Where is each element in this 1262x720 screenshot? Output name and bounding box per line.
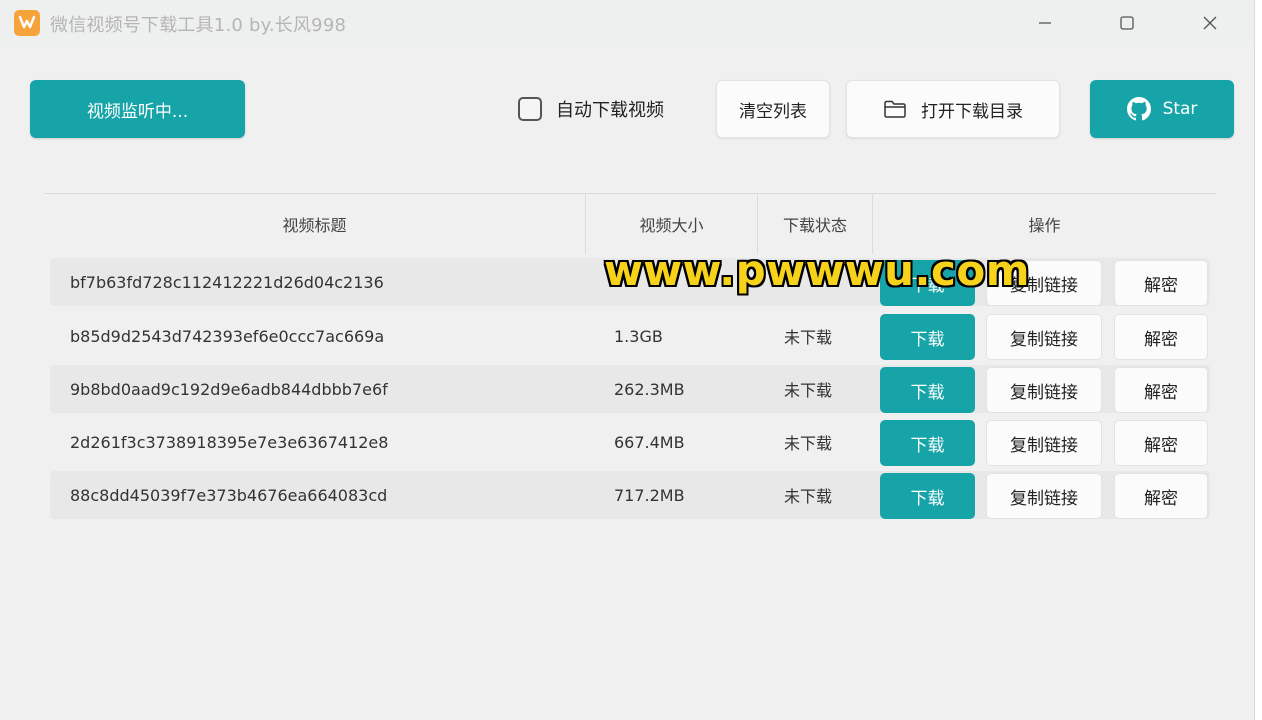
copy-link-button[interactable]: 复制链接	[986, 473, 1102, 519]
download-button[interactable]: 下载	[880, 367, 975, 413]
folder-icon	[884, 100, 906, 118]
video-title: 9b8bd0aad9c192d9e6adb844dbbb7e6f	[70, 379, 388, 399]
decrypt-button[interactable]: 解密	[1114, 473, 1208, 519]
close-icon	[1203, 16, 1217, 30]
decrypt-button[interactable]: 解密	[1114, 314, 1208, 360]
app-window: 微信视频号下载工具1.0 by.长风998 视频监听中... 自动下载视频 清空…	[0, 0, 1255, 720]
copy-link-button[interactable]: 复制链接	[986, 420, 1102, 466]
header-actions: 操作	[1028, 216, 1061, 235]
clear-list-button[interactable]: 清空列表	[716, 80, 830, 138]
maximize-icon	[1120, 16, 1134, 30]
minimize-icon	[1039, 22, 1051, 24]
download-status: 未下载	[784, 487, 833, 506]
table-row: 2d261f3c3738918395e7e3e6367412e8 667.4MB…	[50, 418, 1210, 466]
maximize-button[interactable]	[1107, 6, 1147, 40]
video-title: 88c8dd45039f7e373b4676ea664083cd	[70, 485, 388, 505]
checkbox-box[interactable]	[518, 97, 542, 121]
open-download-dir-button[interactable]: 打开下载目录	[846, 80, 1060, 138]
auto-download-checkbox[interactable]: 自动下载视频	[518, 94, 664, 124]
video-size: 1.3GB	[614, 326, 663, 346]
video-size: 667.4MB	[614, 432, 685, 452]
header-status: 下载状态	[782, 216, 847, 235]
minimize-button[interactable]	[1025, 6, 1065, 40]
download-button[interactable]: 下载	[880, 314, 975, 360]
table-row: 88c8dd45039f7e373b4676ea664083cd 717.2MB…	[50, 471, 1210, 519]
watermark-text: www.pwwwu.com	[604, 246, 1031, 295]
download-button[interactable]: 下载	[880, 420, 975, 466]
table-row: b85d9d2543d742393ef6e0ccc7ac669a 1.3GB 未…	[50, 312, 1210, 360]
decrypt-button[interactable]: 解密	[1114, 367, 1208, 413]
table-row: 9b8bd0aad9c192d9e6adb844dbbb7e6f 262.3MB…	[50, 365, 1210, 413]
video-title: bf7b63fd728c112412221d26d04c2136	[70, 272, 384, 292]
download-status: 未下载	[784, 434, 833, 453]
video-size: 262.3MB	[614, 379, 685, 399]
decrypt-button[interactable]: 解密	[1114, 420, 1208, 466]
download-button[interactable]: 下载	[880, 473, 975, 519]
header-title: 视频标题	[282, 216, 347, 235]
github-icon	[1126, 97, 1151, 121]
header-size: 视频大小	[639, 216, 704, 235]
star-button[interactable]: Star	[1090, 80, 1234, 138]
monitor-button[interactable]: 视频监听中...	[30, 80, 245, 138]
open-download-dir-label: 打开下载目录	[921, 101, 1023, 122]
star-label: Star	[1162, 99, 1198, 119]
auto-download-label: 自动下载视频	[556, 100, 664, 121]
download-status: 未下载	[784, 328, 833, 347]
title-bar: 微信视频号下载工具1.0 by.长风998	[0, 0, 1254, 46]
video-title: b85d9d2543d742393ef6e0ccc7ac669a	[70, 326, 385, 346]
app-logo-icon	[14, 10, 40, 36]
window-title: 微信视频号下载工具1.0 by.长风998	[50, 15, 347, 36]
video-size: 717.2MB	[614, 485, 685, 505]
download-status: 未下载	[784, 381, 833, 400]
video-title: 2d261f3c3738918395e7e3e6367412e8	[70, 432, 389, 452]
close-button[interactable]	[1190, 6, 1230, 40]
decrypt-button[interactable]: 解密	[1114, 260, 1208, 306]
table-header: 视频标题 视频大小 下载状态 操作	[44, 194, 1216, 254]
copy-link-button[interactable]: 复制链接	[986, 367, 1102, 413]
copy-link-button[interactable]: 复制链接	[986, 314, 1102, 360]
